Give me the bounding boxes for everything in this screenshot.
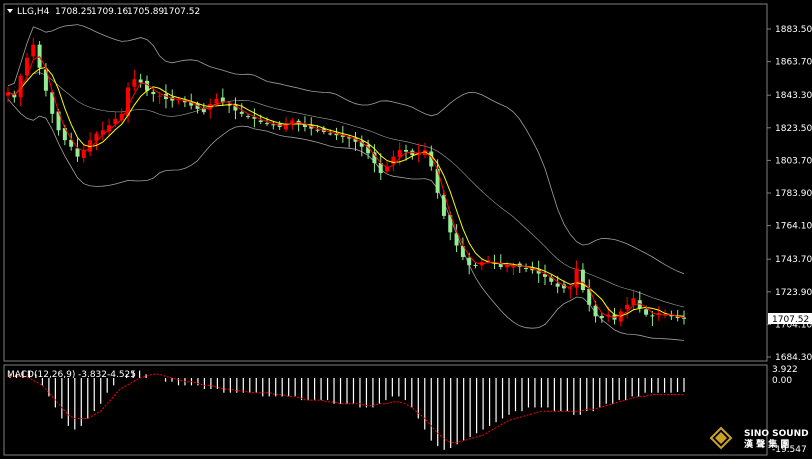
brand-name-cn: 漢 聲 集 團 <box>744 438 789 450</box>
header-low: 1705.89 <box>127 7 164 17</box>
candle-body <box>644 309 649 315</box>
price-tick-label: 1883.50 <box>775 25 812 35</box>
price-tick-label: 1743.70 <box>775 255 812 265</box>
candle-body <box>246 116 251 118</box>
price-tick-label: 1684.30 <box>775 353 812 363</box>
header-close: 1707.52 <box>163 7 200 17</box>
candle-body <box>126 87 131 117</box>
candle-body <box>599 315 604 318</box>
candle-body <box>258 120 263 123</box>
price-tick-label: 1863.70 <box>775 58 812 68</box>
candle-body <box>524 268 529 270</box>
candle-body <box>435 168 440 193</box>
candle-body <box>132 79 137 87</box>
price-tick-label: 1723.90 <box>775 288 812 298</box>
candle-body <box>580 269 585 290</box>
header-open: 1708.25 <box>55 7 92 17</box>
candle-body <box>138 79 143 83</box>
candle-body <box>214 98 219 104</box>
brand-name: SINO SOUND <box>744 429 809 439</box>
candle-body <box>265 123 270 125</box>
current-price-label: 1707.52 <box>772 315 809 325</box>
candle-body <box>555 283 560 287</box>
macd-main-value: -3.832 <box>78 370 107 380</box>
price-tick-label: 1843.30 <box>775 91 812 101</box>
candle-body <box>467 257 472 266</box>
trading-chart: LLG,H4 1708.25 1709.16 1705.89 1707.52 1… <box>3 3 812 456</box>
header-symbol: LLG,H4 <box>17 7 50 17</box>
price-tick-label: 1764.10 <box>775 222 812 232</box>
price-tick-label: 1803.70 <box>775 156 812 166</box>
macd-axis-top: 3.922 <box>772 365 798 375</box>
bollinger-upper <box>7 24 685 275</box>
price-tick-label: 1783.90 <box>775 189 812 199</box>
candle-body <box>650 315 655 317</box>
dropdown-triangle-icon[interactable] <box>7 9 13 13</box>
candle-body <box>574 268 579 288</box>
candle-body <box>618 311 623 322</box>
header-high: 1709.16 <box>91 7 128 17</box>
candle-body <box>625 304 630 310</box>
candle-body <box>328 133 333 135</box>
candle-body <box>473 264 478 266</box>
candle-body <box>568 288 573 290</box>
candle-body <box>151 91 156 95</box>
candle-body <box>593 305 598 317</box>
price-axis: 1883.50 1863.70 1843.30 1823.50 1803.70 1783.… <box>767 25 812 363</box>
macd-axis-zero: 0.00 <box>772 376 792 386</box>
candle-body <box>315 129 320 131</box>
candle-body <box>404 150 409 152</box>
candle-body <box>157 95 162 97</box>
price-tick-label: 1823.50 <box>775 124 812 134</box>
macd-label: MACD(12,26,9) <box>7 370 75 380</box>
bollinger-bands <box>7 24 685 341</box>
candle-body <box>75 148 80 157</box>
macd-signal-value: -4.525 <box>107 370 136 380</box>
price-panel-frame <box>3 3 768 362</box>
candle-body <box>239 111 244 114</box>
candle-body <box>31 44 36 57</box>
candle-body <box>631 298 636 306</box>
